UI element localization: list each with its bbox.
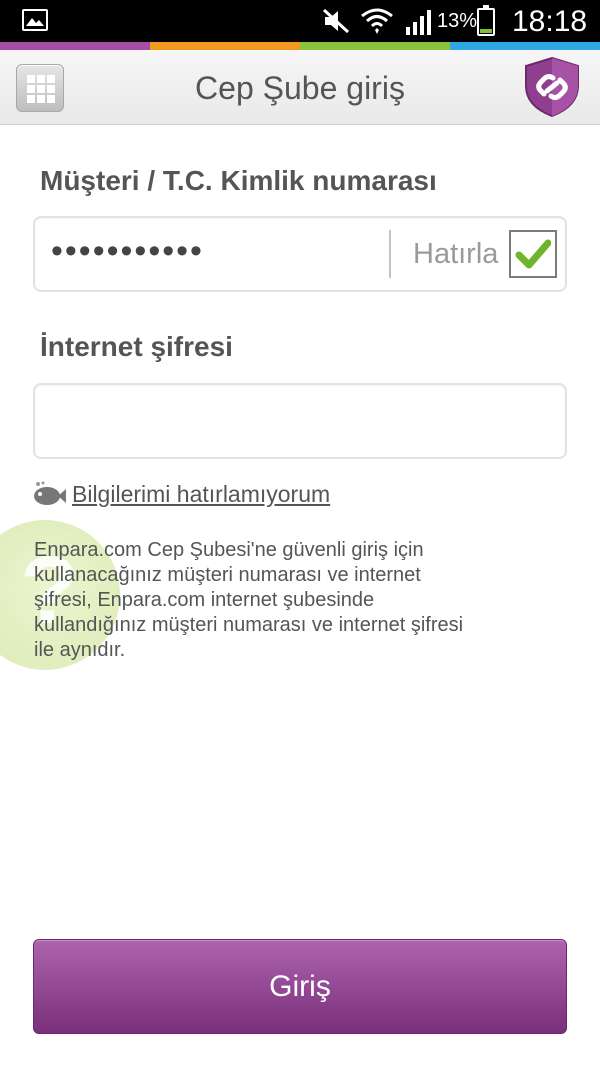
forgot-credentials[interactable]: Bilgilerimi hatırlamıyorum [32,478,330,510]
status-bar: 13% 18:18 [0,0,600,42]
shield-link-icon[interactable] [524,56,580,118]
grid-icon [27,75,55,103]
strip-segment [0,42,150,50]
status-icons [322,6,434,36]
wifi-icon [361,8,393,34]
field-divider [389,230,391,278]
customer-number-label: Müşteri / T.C. Kimlik numarası [40,165,437,196]
page-title: Cep Şube giriş [195,70,405,106]
checkmark-icon [515,239,551,269]
menu-button[interactable] [16,64,64,112]
password-label: İnternet şifresi [40,331,233,362]
login-button[interactable]: Giriş [33,939,567,1034]
signal-icon [406,10,431,35]
gallery-icon [22,9,48,31]
brand-color-strip [0,42,600,50]
strip-segment [450,42,600,50]
info-text: Enpara.com Cep Şubesi'ne güvenli giriş i… [34,539,464,661]
battery-percent: 13% [437,10,478,32]
remember-checkbox[interactable] [509,230,557,278]
battery-icon [477,5,495,36]
password-field[interactable] [33,383,567,459]
screen: 13% 18:18 Cep Şube giriş Müşteri / T.C. … [0,0,600,1067]
strip-segment [300,42,450,50]
customer-number-input[interactable]: ••••••••••• [51,232,204,271]
fish-icon [34,481,66,505]
clock: 18:18 [512,5,588,38]
strip-segment [150,42,300,50]
forgot-credentials-link[interactable]: Bilgilerimi hatırlamıyorum [72,481,330,508]
mute-icon [322,8,350,34]
customer-number-field[interactable]: ••••••••••• Hatırla [33,216,567,292]
remember-label: Hatırla [413,238,499,270]
app-header: Cep Şube giriş [0,50,600,125]
